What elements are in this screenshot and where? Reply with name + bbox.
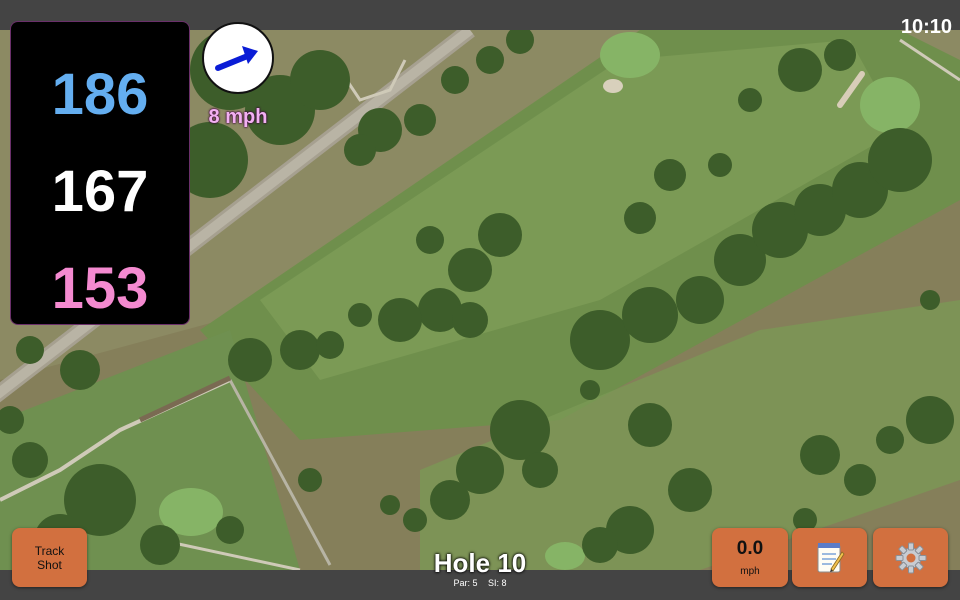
notepad-icon — [817, 542, 845, 572]
arrow-right-icon — [215, 46, 258, 71]
wind-indicator[interactable] — [202, 22, 274, 94]
wind-speed: 8 mph — [208, 106, 268, 128]
clock: 10:10 — [900, 16, 952, 38]
stroke-index-label: SI: 8 — [488, 578, 507, 588]
middle-distance: 167 — [51, 159, 149, 224]
hole-title: Hole 10 — [433, 548, 527, 578]
notes-button[interactable] — [792, 528, 867, 587]
settings-button[interactable] — [873, 528, 948, 587]
gear-icon — [895, 542, 926, 573]
hole-info: Par: 5 SI: 8 — [380, 578, 580, 588]
speed-value: 0.0 — [736, 538, 764, 559]
speed-button[interactable]: 0.0 mph — [712, 528, 788, 587]
front-distance: 153 — [51, 256, 149, 321]
track-shot-label-line2: Shot — [37, 557, 62, 572]
back-distance: 186 — [51, 62, 149, 127]
distance-panel: 186 167 153 — [11, 22, 189, 324]
par-label: Par: 5 — [453, 578, 478, 588]
speed-unit: mph — [740, 566, 760, 577]
track-shot-label-line1: Track — [34, 543, 65, 558]
track-shot-button[interactable]: Track Shot — [12, 528, 87, 587]
